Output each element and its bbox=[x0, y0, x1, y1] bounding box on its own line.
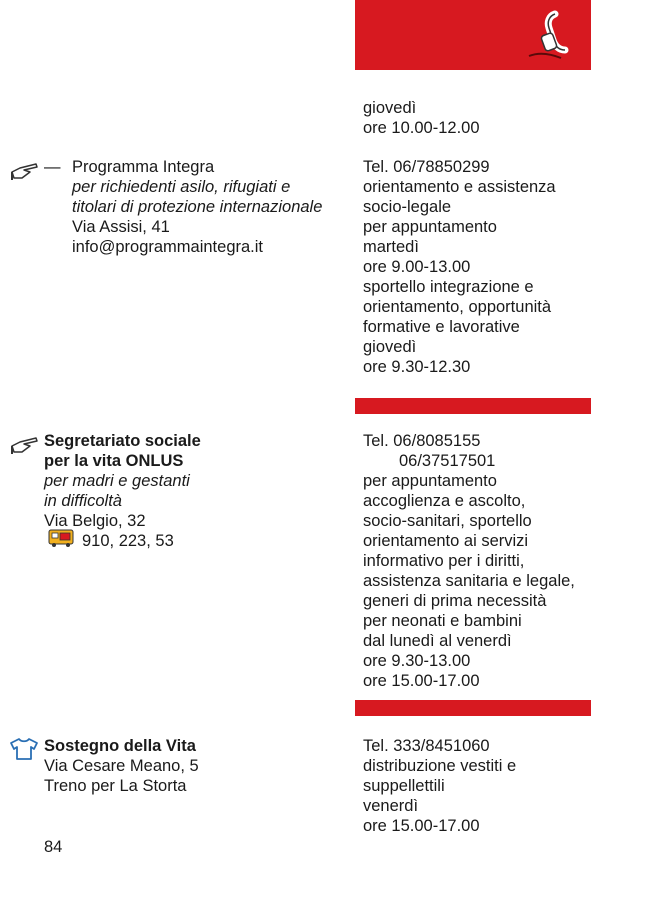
detail-line: dal lunedì al venerdì bbox=[363, 632, 512, 650]
page-number: 84 bbox=[44, 838, 63, 856]
entry-segretariato-sociale: Segretariato sociale per la vita ONLUS p… bbox=[44, 431, 324, 551]
detail-line: socio-legale bbox=[363, 198, 452, 216]
section-divider bbox=[355, 398, 591, 414]
detail-line: martedì bbox=[363, 238, 419, 256]
detail-line: ore 9.00-13.00 bbox=[363, 258, 471, 276]
detail-line: venerdì bbox=[363, 797, 419, 815]
detail-line: ore 9.30-13.00 bbox=[363, 652, 471, 670]
entry-dash: — bbox=[44, 158, 61, 176]
detail-line: generi di prima necessità bbox=[363, 592, 547, 610]
entry-email[interactable]: info@programmaintegra.it bbox=[72, 237, 352, 257]
detail-line: Tel. 06/78850299 bbox=[363, 158, 490, 176]
bus-lines: 910, 223, 53 bbox=[44, 529, 324, 551]
bus-icon bbox=[48, 529, 74, 547]
pointing-hand-icon bbox=[11, 437, 38, 454]
detail-line: ore 15.00-17.00 bbox=[363, 817, 480, 835]
hours-time: ore 10.00-12.00 bbox=[363, 119, 480, 137]
detail-line: orientamento e assistenza bbox=[363, 178, 556, 196]
entry-programma-integra-details: Tel. 06/78850299 orientamento e assisten… bbox=[363, 157, 603, 377]
entry-address: Via Cesare Meano, 5 bbox=[44, 757, 199, 775]
detail-line: orientamento ai servizi bbox=[363, 532, 529, 550]
detail-line: assistenza sanitaria e legale, bbox=[363, 572, 575, 590]
entry-transport: Treno per La Storta bbox=[44, 777, 187, 795]
detail-line: ore 15.00-17.00 bbox=[363, 672, 480, 690]
detail-line: Tel. 333/8451060 bbox=[363, 737, 490, 755]
pointing-hand-icon bbox=[11, 163, 38, 180]
detail-line: ore 9.30-12.30 bbox=[363, 358, 471, 376]
detail-line: per neonati e bambini bbox=[363, 612, 522, 630]
detail-line: socio-sanitari, sportello bbox=[363, 512, 532, 530]
entry-sostegno-details: Tel. 333/8451060 distribuzione vestiti e… bbox=[363, 736, 603, 836]
entry-programma-integra: Programma Integra per richiedenti asilo,… bbox=[72, 157, 352, 257]
hours-day: giovedì bbox=[363, 99, 417, 117]
detail-line: sportello integrazione e bbox=[363, 278, 534, 296]
detail-line: informativo per i diritti, bbox=[363, 552, 525, 570]
detail-tel-second: 06/37517501 bbox=[399, 452, 496, 470]
top-hours: giovedì ore 10.00-12.00 bbox=[363, 98, 603, 138]
detail-line: distribuzione vestiti e bbox=[363, 757, 517, 775]
entry-segretariato-details: Tel. 06/8085155 06/37517501 per appuntam… bbox=[363, 431, 603, 691]
entry-name-line: Segretariato sociale bbox=[44, 432, 201, 450]
bus-lines-text: 910, 223, 53 bbox=[82, 532, 174, 550]
entry-desc-1: per madri e gestanti bbox=[44, 472, 190, 490]
detail-line: suppellettili bbox=[363, 777, 445, 795]
detail-line: per appuntamento bbox=[363, 472, 497, 490]
detail-tel: Tel. 06/8085155 bbox=[363, 432, 481, 450]
detail-line: accoglienza e ascolto, bbox=[363, 492, 526, 510]
detail-line: per appuntamento bbox=[363, 218, 497, 236]
detail-line: giovedì bbox=[363, 338, 417, 356]
detail-line: formative e lavorative bbox=[363, 318, 520, 336]
telephone-icon bbox=[528, 10, 569, 59]
entry-sostegno-della-vita: Sostegno della Vita Via Cesare Meano, 5 … bbox=[44, 736, 324, 796]
entry-name-line: per la vita ONLUS bbox=[44, 452, 184, 470]
entry-desc-2: in difficoltà bbox=[44, 492, 122, 510]
tshirt-icon bbox=[10, 738, 38, 760]
entry-desc-2: titolari di protezione internazionale bbox=[72, 198, 323, 216]
entry-address: Via Belgio, 32 bbox=[44, 512, 146, 530]
entry-address: Via Assisi, 41 bbox=[72, 218, 170, 236]
entry-desc-1: per richiedenti asilo, rifugiati e bbox=[72, 178, 291, 196]
entry-name: Sostegno della Vita bbox=[44, 737, 196, 755]
detail-line: orientamento, opportunità bbox=[363, 298, 552, 316]
entry-name: Programma Integra bbox=[72, 158, 215, 176]
section-divider bbox=[355, 700, 591, 716]
header-red-block bbox=[355, 0, 591, 70]
